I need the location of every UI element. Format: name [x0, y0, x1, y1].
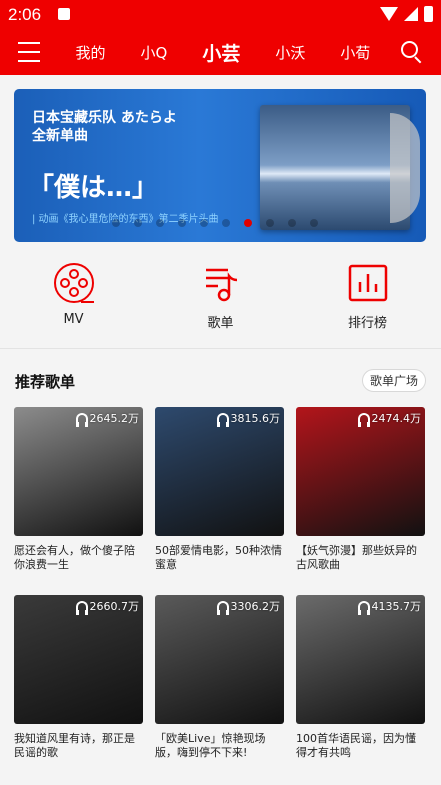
- pagination-dot: [178, 219, 186, 227]
- cd-disc: [390, 113, 420, 223]
- status-time: 2:06: [8, 5, 42, 24]
- play-count-value: 2474.4万: [371, 412, 422, 425]
- pagination-dot: [112, 219, 120, 227]
- headphone-icon: [357, 600, 370, 615]
- pagination-dot: [266, 219, 274, 227]
- divider: [0, 348, 441, 349]
- playlist-plaza-button[interactable]: 歌单广场: [362, 369, 426, 392]
- playlist-title: 50部爱情电影，50种浓情蜜意: [155, 544, 282, 571]
- mv-label: MV: [63, 312, 84, 327]
- play-count-value: 2660.7万: [89, 600, 140, 613]
- pagination-dot: [156, 219, 164, 227]
- playlist-entry[interactable]: 歌单: [176, 262, 266, 337]
- playlist-title: 「欧美Live」惊艳现场版，嗨到停不下来!: [155, 732, 266, 759]
- tab-xiaoxun[interactable]: 小荀: [340, 42, 370, 63]
- album-cover-image: [260, 105, 420, 230]
- playlist-card[interactable]: 3815.6万 50部爱情电影，50种浓情蜜意: [155, 407, 284, 572]
- playlist-cover: 3815.6万: [155, 407, 284, 536]
- playlist-title: 100首华语民谣，因为懂得才有共鸣: [296, 732, 416, 759]
- play-count: 2660.7万: [75, 598, 140, 615]
- banner-headline: 「僕は…」: [28, 173, 159, 203]
- pagination-dot: [222, 219, 230, 227]
- playlist-title: 愿还会有人，做个傻子陪你浪费一生: [14, 544, 135, 571]
- wifi-icon: [380, 7, 398, 21]
- headphone-icon: [357, 412, 370, 427]
- playlist-card[interactable]: 2645.2万 愿还会有人，做个傻子陪你浪费一生: [14, 407, 143, 572]
- top-tabs: 我的 小Q 小芸 小沃 小荀: [58, 30, 388, 75]
- playlist-cover: 2474.4万: [296, 407, 425, 536]
- chart-icon: [348, 264, 387, 302]
- playlist-card[interactable]: 3306.2万 「欧美Live」惊艳现场版，嗨到停不下来!: [155, 595, 284, 760]
- play-count: 4135.7万: [357, 598, 422, 615]
- headphone-icon: [75, 600, 88, 615]
- mv-entry[interactable]: MV: [29, 262, 119, 337]
- status-bar: 2:06: [0, 0, 441, 30]
- playlist-card[interactable]: 4135.7万 100首华语民谣，因为懂得才有共鸣: [296, 595, 425, 760]
- section-title: 推荐歌单: [15, 373, 76, 391]
- playlist-icon: [205, 268, 237, 302]
- banner-line-2: 全新单曲: [32, 128, 88, 144]
- playlist-cover: 4135.7万: [296, 595, 425, 724]
- signal-icon: [404, 7, 418, 21]
- play-count: 3306.2万: [216, 598, 281, 615]
- playlist-title: 【妖气弥漫】那些妖异的古风歌曲: [296, 544, 417, 571]
- tab-mine[interactable]: 我的: [76, 42, 106, 63]
- search-icon[interactable]: [401, 41, 423, 64]
- banner[interactable]: 日本宝藏乐队 あたらよ 全新单曲 「僕は…」 | 动画《我心里危险的东西》第二季…: [14, 89, 426, 242]
- pagination-dot: [288, 219, 296, 227]
- pagination-dot: [134, 219, 142, 227]
- headphone-icon: [216, 600, 229, 615]
- film-reel-icon: [53, 263, 94, 303]
- play-count-value: 3815.6万: [230, 412, 281, 425]
- play-count: 2474.4万: [357, 410, 422, 427]
- play-count-value: 4135.7万: [371, 600, 422, 613]
- playlist-label: 歌单: [207, 316, 234, 331]
- pagination-dot: [200, 219, 208, 227]
- banner-pagination: [112, 219, 318, 227]
- chart-entry[interactable]: 排行榜: [323, 262, 413, 337]
- play-count-value: 3306.2万: [230, 600, 281, 613]
- chart-label: 排行榜: [347, 316, 387, 331]
- tab-xiaoq[interactable]: 小Q: [141, 42, 168, 63]
- pagination-dot: [244, 219, 252, 227]
- headphone-icon: [75, 412, 88, 427]
- banner-line-1: 日本宝藏乐队 あたらよ: [32, 110, 177, 126]
- menu-icon[interactable]: [18, 42, 40, 62]
- playlist-cover: 2660.7万: [14, 595, 143, 724]
- status-icons: [380, 6, 433, 22]
- battery-icon: [424, 6, 433, 22]
- playlist-card[interactable]: 2474.4万 【妖气弥漫】那些妖异的古风歌曲: [296, 407, 425, 572]
- pagination-dot: [310, 219, 318, 227]
- play-count: 2645.2万: [75, 410, 140, 427]
- playlist-title: 我知道风里有诗，那正是民谣的歌: [14, 732, 135, 759]
- playlist-cover: 2645.2万: [14, 407, 143, 536]
- tab-xiaowo[interactable]: 小沃: [275, 42, 305, 63]
- quick-entries: MV 歌单 排行榜: [0, 262, 441, 337]
- headphone-icon: [216, 412, 229, 427]
- playlist-card[interactable]: 2660.7万 我知道风里有诗，那正是民谣的歌: [14, 595, 143, 760]
- playlist-cover: 3306.2万: [155, 595, 284, 724]
- top-bar: 我的 小Q 小芸 小沃 小荀: [0, 30, 441, 75]
- tab-xiaoyun[interactable]: 小芸: [202, 39, 240, 66]
- notification-app-icon: [58, 8, 70, 20]
- play-count-value: 2645.2万: [89, 412, 140, 425]
- play-count: 3815.6万: [216, 410, 281, 427]
